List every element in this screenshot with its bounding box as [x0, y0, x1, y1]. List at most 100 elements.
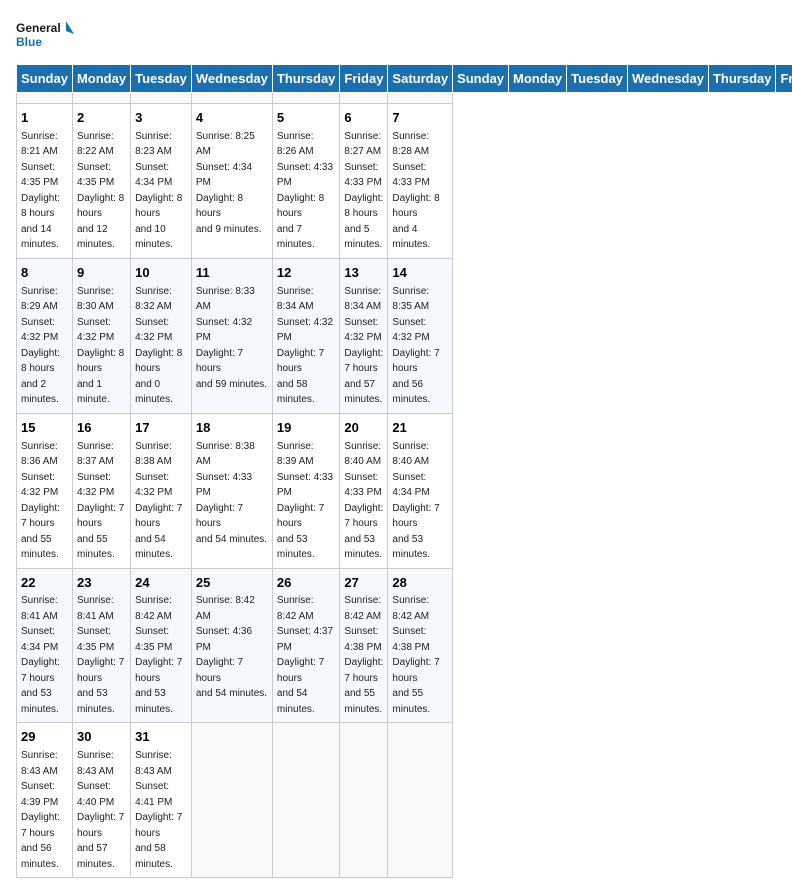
day-cell: 19 Sunrise: 8:39 AM Sunset: 4:33 PM Dayli…: [272, 413, 340, 568]
day-cell: 31 Sunrise: 8:43 AM Sunset: 4:41 PM Dayli…: [131, 723, 192, 878]
day-info: Sunrise: 8:23 AM Sunset: 4:34 PM Dayligh…: [135, 131, 182, 251]
day-number: 9: [77, 264, 126, 283]
day-number: 29: [21, 728, 68, 747]
day-number: 1: [21, 109, 68, 128]
day-cell: 22 Sunrise: 8:41 AM Sunset: 4:34 PM Dayli…: [17, 568, 73, 723]
day-cell: 6Sunrise: 8:27 AM Sunset: 4:33 PM Daylig…: [340, 104, 388, 259]
day-number: 30: [77, 728, 126, 747]
day-info: Sunrise: 8:40 AM Sunset: 4:33 PM Dayligh…: [344, 441, 383, 561]
day-cell: [388, 723, 453, 878]
day-cell: 16 Sunrise: 8:37 AM Sunset: 4:32 PM Dayli…: [72, 413, 130, 568]
day-number: 19: [277, 419, 336, 438]
day-number: 12: [277, 264, 336, 283]
day-info: Sunrise: 8:42 AM Sunset: 4:36 PM Dayligh…: [196, 595, 267, 699]
day-info: Sunrise: 8:36 AM Sunset: 4:32 PM Dayligh…: [21, 441, 60, 561]
day-info: Sunrise: 8:33 AM Sunset: 4:32 PM Dayligh…: [196, 286, 267, 390]
day-cell: 27 Sunrise: 8:42 AM Sunset: 4:38 PM Dayli…: [340, 568, 388, 723]
day-cell: [72, 93, 130, 104]
day-info: Sunrise: 8:29 AM Sunset: 4:32 PM Dayligh…: [21, 286, 60, 406]
day-cell: 23Sunrise: 8:41 AM Sunset: 4:35 PM Dayli…: [72, 568, 130, 723]
day-info: Sunrise: 8:42 AM Sunset: 4:35 PM Dayligh…: [135, 595, 182, 715]
day-info: Sunrise: 8:35 AM Sunset: 4:32 PM Dayligh…: [392, 286, 439, 406]
day-cell: 4Sunrise: 8:25 AM Sunset: 4:34 PM Daylig…: [191, 104, 272, 259]
day-info: Sunrise: 8:42 AM Sunset: 4:38 PM Dayligh…: [344, 595, 383, 715]
header-col-sunday: Sunday: [453, 65, 509, 93]
day-number: 3: [135, 109, 187, 128]
day-info: Sunrise: 8:27 AM Sunset: 4:33 PM Dayligh…: [344, 131, 383, 251]
header-thursday: Thursday: [272, 65, 340, 93]
header-tuesday: Tuesday: [131, 65, 192, 93]
header-saturday: Saturday: [388, 65, 453, 93]
day-number: 14: [392, 264, 448, 283]
day-cell: 12 Sunrise: 8:34 AM Sunset: 4:32 PM Dayli…: [272, 258, 340, 413]
day-info: Sunrise: 8:42 AM Sunset: 4:37 PM Dayligh…: [277, 595, 333, 715]
day-number: 20: [344, 419, 383, 438]
week-row-1: 1 Sunrise: 8:21 AM Sunset: 4:35 PM Daylig…: [17, 104, 792, 259]
header-friday: Friday: [340, 65, 388, 93]
day-number: 4: [196, 109, 268, 128]
day-number: 22: [21, 574, 68, 593]
day-number: 16: [77, 419, 126, 438]
page-header: General Blue: [16, 16, 776, 56]
day-number: 10: [135, 264, 187, 283]
day-info: Sunrise: 8:30 AM Sunset: 4:32 PM Dayligh…: [77, 286, 124, 406]
week-row-5: 29 Sunrise: 8:43 AM Sunset: 4:39 PM Dayli…: [17, 723, 792, 878]
calendar-table: SundayMondayTuesdayWednesdayThursdayFrid…: [16, 64, 792, 878]
day-cell: [272, 723, 340, 878]
day-cell: [17, 93, 73, 104]
day-info: Sunrise: 8:43 AM Sunset: 4:40 PM Dayligh…: [77, 750, 124, 870]
day-number: 11: [196, 264, 268, 283]
day-info: Sunrise: 8:34 AM Sunset: 4:32 PM Dayligh…: [344, 286, 383, 406]
day-info: Sunrise: 8:28 AM Sunset: 4:33 PM Dayligh…: [392, 131, 439, 251]
day-info: Sunrise: 8:34 AM Sunset: 4:32 PM Dayligh…: [277, 286, 333, 406]
day-cell: 21Sunrise: 8:40 AM Sunset: 4:34 PM Dayli…: [388, 413, 453, 568]
day-info: Sunrise: 8:41 AM Sunset: 4:35 PM Dayligh…: [77, 595, 124, 715]
day-cell: 20 Sunrise: 8:40 AM Sunset: 4:33 PM Dayli…: [340, 413, 388, 568]
day-info: Sunrise: 8:39 AM Sunset: 4:33 PM Dayligh…: [277, 441, 333, 561]
day-info: Sunrise: 8:37 AM Sunset: 4:32 PM Dayligh…: [77, 441, 124, 561]
header-col-monday: Monday: [509, 65, 567, 93]
day-number: 28: [392, 574, 448, 593]
day-info: Sunrise: 8:21 AM Sunset: 4:35 PM Dayligh…: [21, 131, 60, 251]
day-cell: 29 Sunrise: 8:43 AM Sunset: 4:39 PM Dayli…: [17, 723, 73, 878]
day-number: 27: [344, 574, 383, 593]
day-cell: 11 Sunrise: 8:33 AM Sunset: 4:32 PM Dayli…: [191, 258, 272, 413]
header-col-friday: Friday: [776, 65, 792, 93]
day-cell: 30 Sunrise: 8:43 AM Sunset: 4:40 PM Dayli…: [72, 723, 130, 878]
day-info: Sunrise: 8:40 AM Sunset: 4:34 PM Dayligh…: [392, 441, 439, 561]
day-cell: 7Sunrise: 8:28 AM Sunset: 4:33 PM Daylig…: [388, 104, 453, 259]
day-cell: [340, 93, 388, 104]
day-number: 18: [196, 419, 268, 438]
day-number: 26: [277, 574, 336, 593]
header-col-thursday: Thursday: [708, 65, 776, 93]
day-cell: [388, 93, 453, 104]
day-cell: 5Sunrise: 8:26 AM Sunset: 4:33 PM Daylig…: [272, 104, 340, 259]
day-info: Sunrise: 8:38 AM Sunset: 4:33 PM Dayligh…: [196, 441, 267, 545]
day-info: Sunrise: 8:43 AM Sunset: 4:41 PM Dayligh…: [135, 750, 182, 870]
day-cell: 10Sunrise: 8:32 AM Sunset: 4:32 PM Dayli…: [131, 258, 192, 413]
day-info: Sunrise: 8:42 AM Sunset: 4:38 PM Dayligh…: [392, 595, 439, 715]
day-number: 2: [77, 109, 126, 128]
header-wednesday: Wednesday: [191, 65, 272, 93]
day-number: 8: [21, 264, 68, 283]
day-number: 31: [135, 728, 187, 747]
day-cell: 28 Sunrise: 8:42 AM Sunset: 4:38 PM Dayli…: [388, 568, 453, 723]
day-cell: [272, 93, 340, 104]
week-row-2: 8 Sunrise: 8:29 AM Sunset: 4:32 PM Daylig…: [17, 258, 792, 413]
day-cell: 26 Sunrise: 8:42 AM Sunset: 4:37 PM Dayli…: [272, 568, 340, 723]
header-monday: Monday: [72, 65, 130, 93]
day-cell: 18 Sunrise: 8:38 AM Sunset: 4:33 PM Dayli…: [191, 413, 272, 568]
day-number: 25: [196, 574, 268, 593]
day-cell: 24Sunrise: 8:42 AM Sunset: 4:35 PM Dayli…: [131, 568, 192, 723]
day-cell: 8 Sunrise: 8:29 AM Sunset: 4:32 PM Daylig…: [17, 258, 73, 413]
header-sunday: Sunday: [17, 65, 73, 93]
week-row-4: 22 Sunrise: 8:41 AM Sunset: 4:34 PM Dayli…: [17, 568, 792, 723]
day-info: Sunrise: 8:41 AM Sunset: 4:34 PM Dayligh…: [21, 595, 60, 715]
header-col-tuesday: Tuesday: [567, 65, 628, 93]
day-cell: 15Sunrise: 8:36 AM Sunset: 4:32 PM Dayli…: [17, 413, 73, 568]
logo-svg: General Blue: [16, 16, 76, 56]
day-cell: 14 Sunrise: 8:35 AM Sunset: 4:32 PM Dayli…: [388, 258, 453, 413]
day-cell: 3 Sunrise: 8:23 AM Sunset: 4:34 PM Daylig…: [131, 104, 192, 259]
week-row-0: [17, 93, 792, 104]
day-info: Sunrise: 8:43 AM Sunset: 4:39 PM Dayligh…: [21, 750, 60, 870]
